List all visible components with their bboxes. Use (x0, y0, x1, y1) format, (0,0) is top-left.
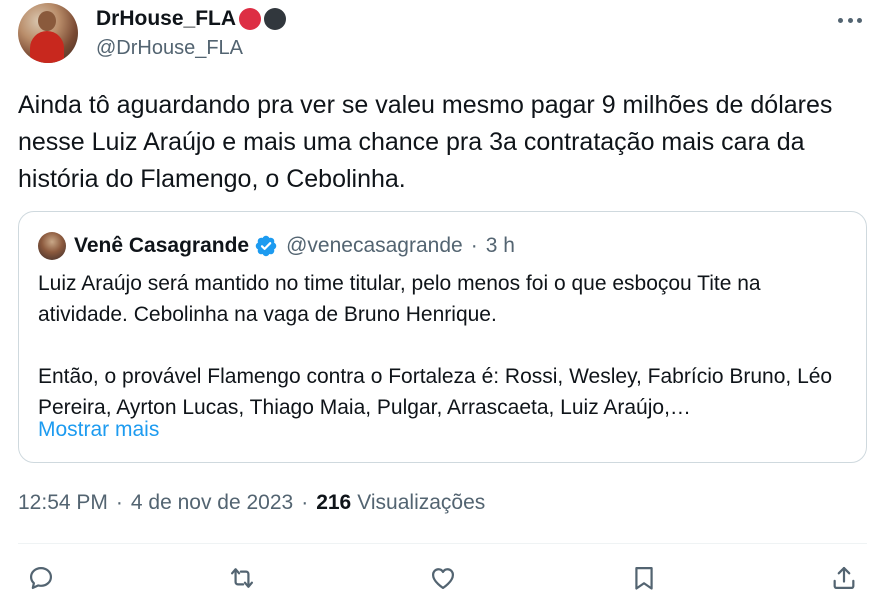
author-name-row: DrHouse_FLA (96, 7, 287, 31)
like-icon (431, 568, 455, 590)
quoted-paragraph: Luiz Araújo será mantido no time titular… (38, 272, 761, 326)
quoted-author-handle: @venecasagrande (286, 234, 463, 257)
quoted-tweet[interactable]: Venê Casagrande @venecasagrande · 3 h Lu… (18, 211, 867, 463)
like-button[interactable] (427, 562, 459, 594)
reply-button[interactable] (25, 562, 57, 594)
author-handle[interactable]: @DrHouse_FLA (96, 37, 243, 60)
tweet-meta: 12:54 PM · 4 de nov de 2023 · 216 Visual… (18, 491, 485, 515)
author-display-name[interactable]: DrHouse_FLA (96, 7, 236, 31)
quoted-tweet-text: Luiz Araújo será mantido no time titular… (38, 268, 853, 423)
quoted-tweet-time: 3 h (485, 234, 515, 257)
quoted-meta-separator: · (470, 234, 478, 257)
quoted-paragraph: Então, o provável Flamengo contra o Fort… (38, 365, 833, 419)
divider (18, 543, 867, 544)
bookmark-icon (635, 566, 653, 590)
tweet-date[interactable]: 4 de nov de 2023 (131, 491, 293, 515)
tweet-card: DrHouse_FLA @DrHouse_FLA Ainda tô aguard… (0, 0, 884, 612)
author-avatar[interactable] (18, 3, 78, 63)
red-circle-emoji (239, 8, 262, 30)
meta-separator: · (115, 491, 123, 514)
quoted-author-avatar (38, 232, 66, 260)
meta-separator: · (301, 491, 309, 514)
quoted-author-name: Venê Casagrande (74, 234, 250, 257)
tweet-text: Ainda tô aguardando pra ver se valeu mes… (18, 91, 833, 193)
views-label: Visualizações (357, 491, 486, 514)
verified-badge-icon (255, 235, 277, 257)
quoted-tweet-header: Venê Casagrande @venecasagrande · 3 h (74, 234, 515, 258)
black-circle-emoji (264, 8, 287, 30)
views-count: 216 (316, 491, 352, 514)
bookmark-button[interactable] (628, 562, 660, 594)
retweet-icon (230, 568, 254, 588)
retweet-button[interactable] (226, 562, 258, 594)
show-more-link[interactable]: Mostrar mais (38, 418, 159, 442)
tweet-time[interactable]: 12:54 PM (18, 491, 108, 515)
reply-icon (29, 566, 53, 590)
more-options-icon[interactable] (836, 10, 864, 30)
share-button[interactable] (828, 562, 860, 594)
share-icon (833, 566, 855, 590)
